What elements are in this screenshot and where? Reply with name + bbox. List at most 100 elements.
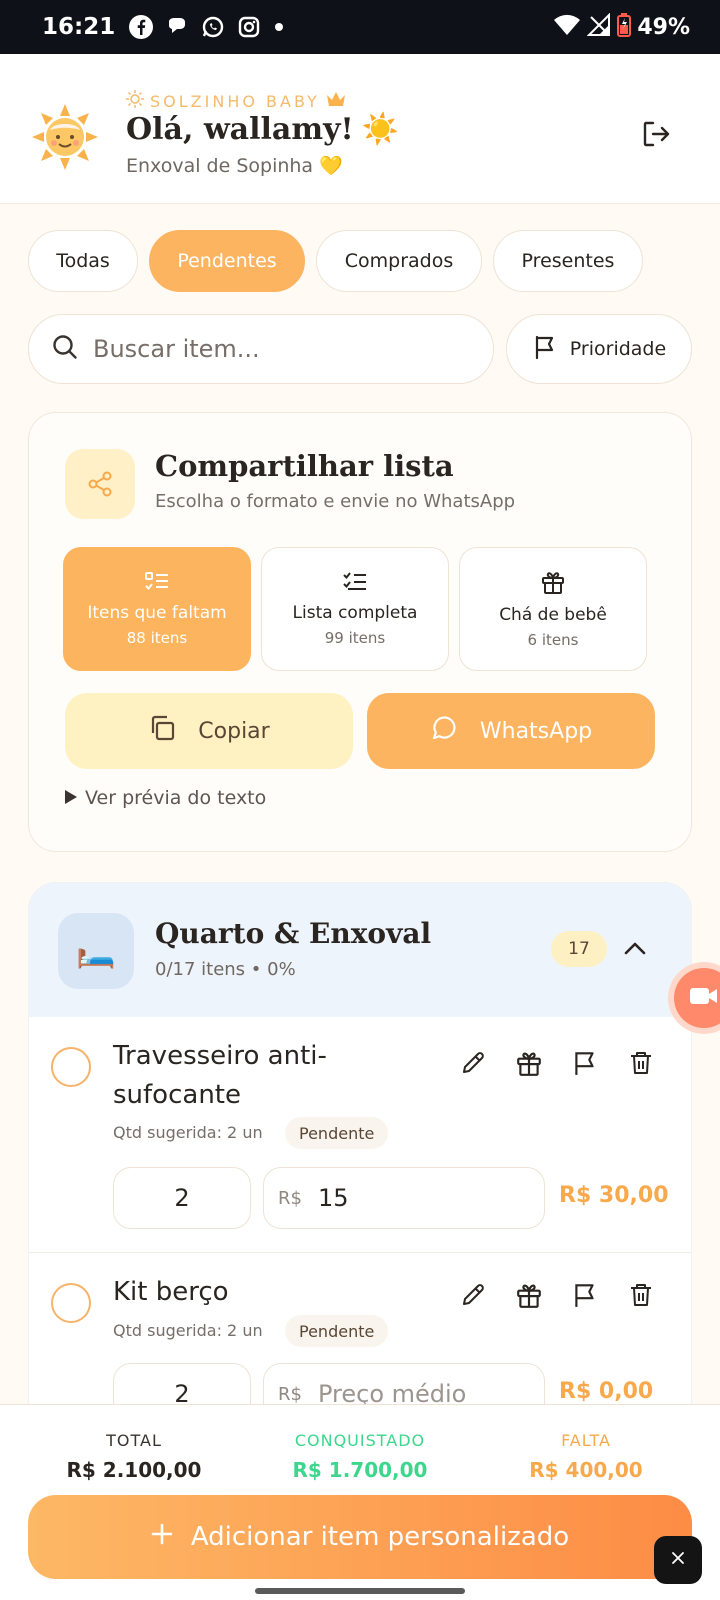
brand-name: SOLZINHO BABY xyxy=(150,91,320,111)
wifi-icon xyxy=(553,13,581,41)
chat-icon xyxy=(430,714,458,748)
summary-achieved-value: R$ 1.700,00 xyxy=(292,1458,428,1482)
heart-emoji: 💛 xyxy=(319,155,343,177)
summary-missing: FALTA R$ 400,00 xyxy=(476,1431,696,1482)
category-progress: 0/17 itens • 0% xyxy=(155,959,296,980)
edit-pencil-icon[interactable] xyxy=(459,1281,487,1309)
category-count-badge: 17 xyxy=(551,931,607,967)
share-option-baby-shower[interactable]: Chá de bebê 6 itens xyxy=(459,547,647,671)
small-sun-icon xyxy=(126,90,144,112)
search-bar xyxy=(28,314,494,384)
triangle-right-icon xyxy=(65,787,77,809)
quantity-field[interactable]: 2 xyxy=(113,1167,251,1229)
summary-total: TOTAL R$ 2.100,00 xyxy=(24,1431,244,1482)
share-icon xyxy=(65,449,135,519)
plus-icon xyxy=(151,1522,173,1552)
share-subtitle: Escolha o formato e envie no WhatsApp xyxy=(155,491,516,512)
edit-pencil-icon[interactable] xyxy=(459,1049,487,1077)
sun-logo-icon xyxy=(30,102,100,172)
copy-button[interactable]: Copiar xyxy=(65,693,353,769)
status-bar: 16:21 49% xyxy=(0,0,720,54)
item-checkbox[interactable] xyxy=(51,1047,91,1087)
share-option-label: Lista completa xyxy=(292,603,418,623)
share-option-missing-items[interactable]: Itens que faltam 88 itens xyxy=(63,547,251,671)
share-option-label: Chá de bebê xyxy=(499,605,607,625)
priority-filter-button[interactable]: Prioridade xyxy=(506,314,692,384)
copy-label: Copiar xyxy=(198,718,270,744)
signal-icon xyxy=(586,12,611,41)
flag-icon[interactable] xyxy=(571,1281,599,1309)
item-suggested-qty: Qtd sugerida: 2 un xyxy=(113,1321,263,1340)
gift-icon xyxy=(540,569,566,599)
add-custom-item-label: Adicionar item personalizado xyxy=(190,1522,570,1552)
item-total: R$ 0,00 xyxy=(559,1379,654,1404)
summary-achieved: CONQUISTADO R$ 1.700,00 xyxy=(250,1431,470,1482)
trash-icon[interactable] xyxy=(627,1049,655,1077)
share-option-full-list[interactable]: Lista completa 99 itens xyxy=(261,547,449,671)
search-icon xyxy=(51,333,79,365)
price-field: R$ xyxy=(263,1167,545,1229)
whatsapp-status-icon xyxy=(201,15,225,39)
share-title: Compartilhar lista xyxy=(155,449,454,483)
summary-total-label: TOTAL xyxy=(106,1431,162,1450)
whatsapp-share-button[interactable]: WhatsApp xyxy=(367,693,655,769)
list-check-icon xyxy=(342,571,368,597)
item-name: Kit berço xyxy=(113,1277,229,1307)
tab-pendentes[interactable]: Pendentes xyxy=(149,230,305,292)
item-actions xyxy=(459,1049,655,1077)
video-camera-icon xyxy=(689,985,719,1011)
chat-bubble-icon xyxy=(165,15,189,39)
tab-presentes[interactable]: Presentes xyxy=(493,230,643,292)
tab-comprados[interactable]: Comprados xyxy=(316,230,482,292)
greeting-text: Olá, wallamy! xyxy=(126,112,354,147)
list-item: Travesseiro anti-sufocante Qtd sugerida:… xyxy=(29,1017,691,1253)
category-header[interactable]: 🛏️ Quarto & Enxoval 0/17 itens • 0% 17 xyxy=(29,883,691,1017)
greeting-subtitle: Enxoval de Sopinha 💛 xyxy=(126,154,343,178)
gift-icon[interactable] xyxy=(515,1281,543,1309)
notification-dot-icon xyxy=(273,21,285,33)
status-badge: Pendente xyxy=(285,1315,389,1347)
subtitle-text: Enxoval de Sopinha xyxy=(126,154,314,177)
share-option-label: Itens que faltam xyxy=(87,603,227,623)
greeting-title: Olá, wallamy! ☀️ xyxy=(126,112,399,147)
summary-bar: TOTAL R$ 2.100,00 CONQUISTADO R$ 1.700,0… xyxy=(0,1404,720,1600)
bed-icon: 🛏️ xyxy=(58,913,134,989)
whatsapp-label: WhatsApp xyxy=(479,718,593,744)
summary-total-value: R$ 2.100,00 xyxy=(66,1458,202,1482)
item-actions xyxy=(459,1281,655,1309)
tab-todas[interactable]: Todas xyxy=(28,230,138,292)
crown-icon xyxy=(326,90,346,112)
add-custom-item-button[interactable]: Adicionar item personalizado xyxy=(28,1495,692,1579)
battery-icon xyxy=(617,13,632,41)
search-input[interactable] xyxy=(93,335,453,363)
logout-button[interactable] xyxy=(640,118,672,150)
currency-label: R$ xyxy=(278,1383,302,1405)
price-input[interactable] xyxy=(317,1184,518,1212)
summary-missing-label: FALTA xyxy=(561,1431,611,1450)
list-pending-icon xyxy=(144,571,170,597)
copy-icon xyxy=(148,714,176,748)
summary-achieved-label: CONQUISTADO xyxy=(294,1431,426,1450)
home-indicator[interactable] xyxy=(255,1588,465,1594)
status-time: 16:21 xyxy=(42,14,116,40)
close-overlay-button[interactable] xyxy=(654,1536,702,1584)
currency-label: R$ xyxy=(278,1187,302,1209)
share-option-count: 6 itens xyxy=(527,631,579,649)
preview-label: Ver prévia do texto xyxy=(85,787,267,809)
item-name: Travesseiro anti-sufocante xyxy=(113,1041,327,1110)
logout-icon xyxy=(643,121,670,147)
priority-label: Prioridade xyxy=(569,338,667,360)
battery-percent: 49% xyxy=(637,14,690,40)
flag-icon xyxy=(532,334,558,365)
preview-toggle[interactable]: Ver prévia do texto xyxy=(65,787,266,809)
item-suggested-qty: Qtd sugerida: 2 un xyxy=(113,1123,263,1142)
chevron-up-icon[interactable] xyxy=(619,933,651,965)
item-checkbox[interactable] xyxy=(51,1283,91,1323)
category-title: Quarto & Enxoval xyxy=(155,917,432,950)
greeting-sun-emoji: ☀️ xyxy=(361,112,400,147)
brand-label: SOLZINHO BABY xyxy=(126,90,346,112)
flag-icon[interactable] xyxy=(571,1049,599,1077)
gift-icon[interactable] xyxy=(515,1049,543,1077)
item-total: R$ 30,00 xyxy=(559,1183,669,1208)
trash-icon[interactable] xyxy=(627,1281,655,1309)
